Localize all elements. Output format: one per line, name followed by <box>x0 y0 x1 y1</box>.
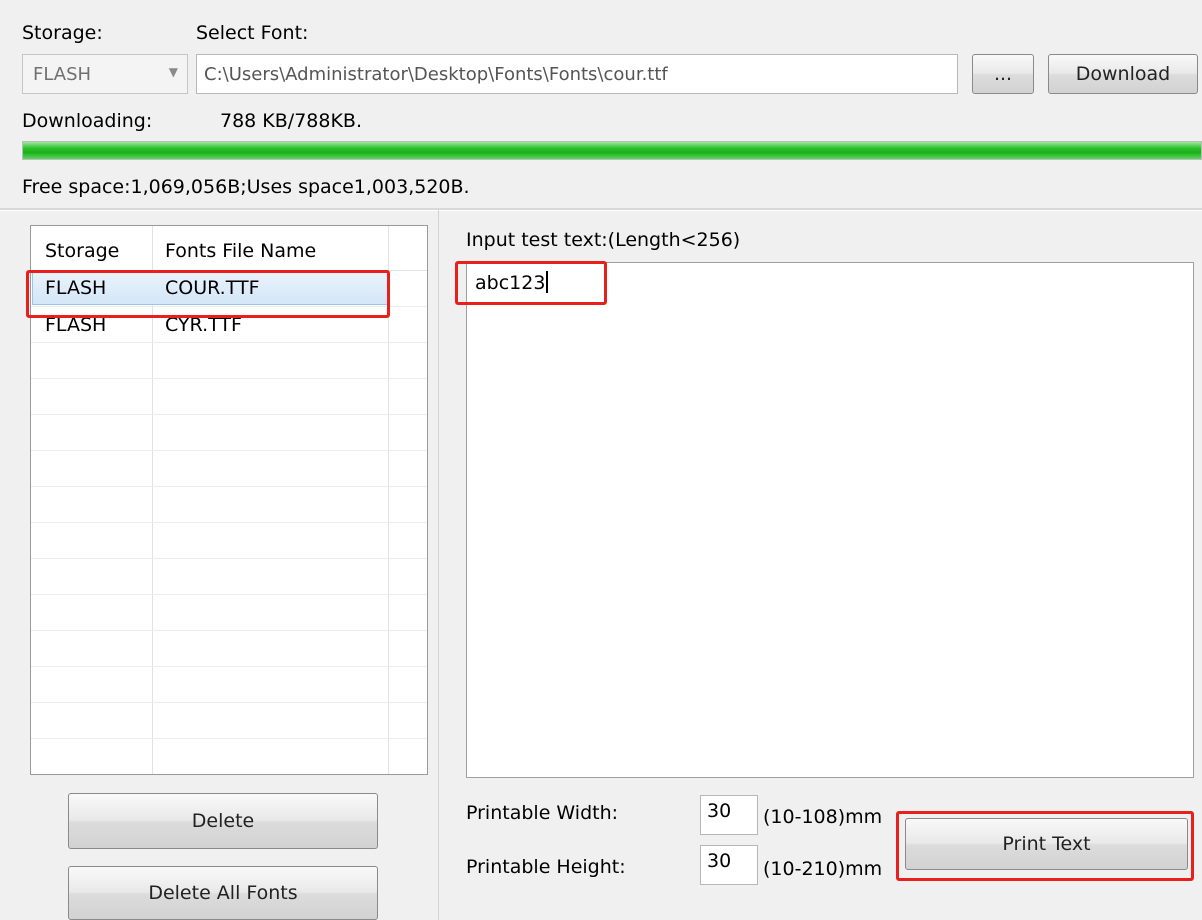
row-line <box>31 414 427 415</box>
row-line <box>31 666 427 667</box>
input-test-text-label: Input test text:(Length<256) <box>466 229 741 251</box>
row-line <box>31 450 427 451</box>
printable-width-range: (10-108)mm <box>763 806 883 828</box>
row-line <box>31 342 427 343</box>
panel-divider <box>438 210 439 920</box>
progress-fill <box>23 142 1201 159</box>
printable-width-label: Printable Width: <box>466 802 619 824</box>
row-line <box>31 630 427 631</box>
section-divider <box>0 208 1202 211</box>
font-path-field[interactable]: C:\Users\Administrator\Desktop\Fonts\Fon… <box>196 54 958 94</box>
download-status: 788 KB/788KB. <box>220 110 362 132</box>
downloading-label: Downloading: <box>22 110 153 132</box>
printable-width-input[interactable]: 30 <box>700 795 758 835</box>
highlight-print-button <box>896 811 1194 881</box>
font-path-value: C:\Users\Administrator\Desktop\Fonts\Fon… <box>204 64 668 85</box>
printable-height-label: Printable Height: <box>466 856 626 878</box>
highlight-selected-font <box>26 270 390 318</box>
row-line <box>31 522 427 523</box>
free-space-text: Free space:1,069,056B;Uses space1,003,52… <box>22 176 470 198</box>
download-button[interactable]: Download <box>1048 54 1198 94</box>
test-text-area[interactable]: abc123 <box>466 262 1194 778</box>
delete-all-fonts-button[interactable]: Delete All Fonts <box>68 866 378 920</box>
storage-select-value: FLASH <box>33 64 92 85</box>
row-line <box>31 594 427 595</box>
row-line <box>31 378 427 379</box>
column-header-file-name[interactable]: Fonts File Name <box>165 240 316 262</box>
row-line <box>31 486 427 487</box>
select-font-label: Select Font: <box>196 22 309 44</box>
browse-button[interactable]: ... <box>972 54 1034 94</box>
row-line <box>31 738 427 739</box>
chevron-down-icon[interactable]: ▼ <box>169 65 178 79</box>
row-line <box>31 702 427 703</box>
row-line <box>31 558 427 559</box>
column-header-storage[interactable]: Storage <box>45 240 119 262</box>
storage-label: Storage: <box>22 22 103 44</box>
delete-button[interactable]: Delete <box>68 793 378 849</box>
printable-height-input[interactable]: 30 <box>700 845 758 885</box>
download-progress-bar <box>22 141 1202 160</box>
highlight-test-text <box>455 261 607 305</box>
storage-select[interactable]: FLASH ▼ <box>22 54 188 94</box>
printable-height-range: (10-210)mm <box>763 858 883 880</box>
